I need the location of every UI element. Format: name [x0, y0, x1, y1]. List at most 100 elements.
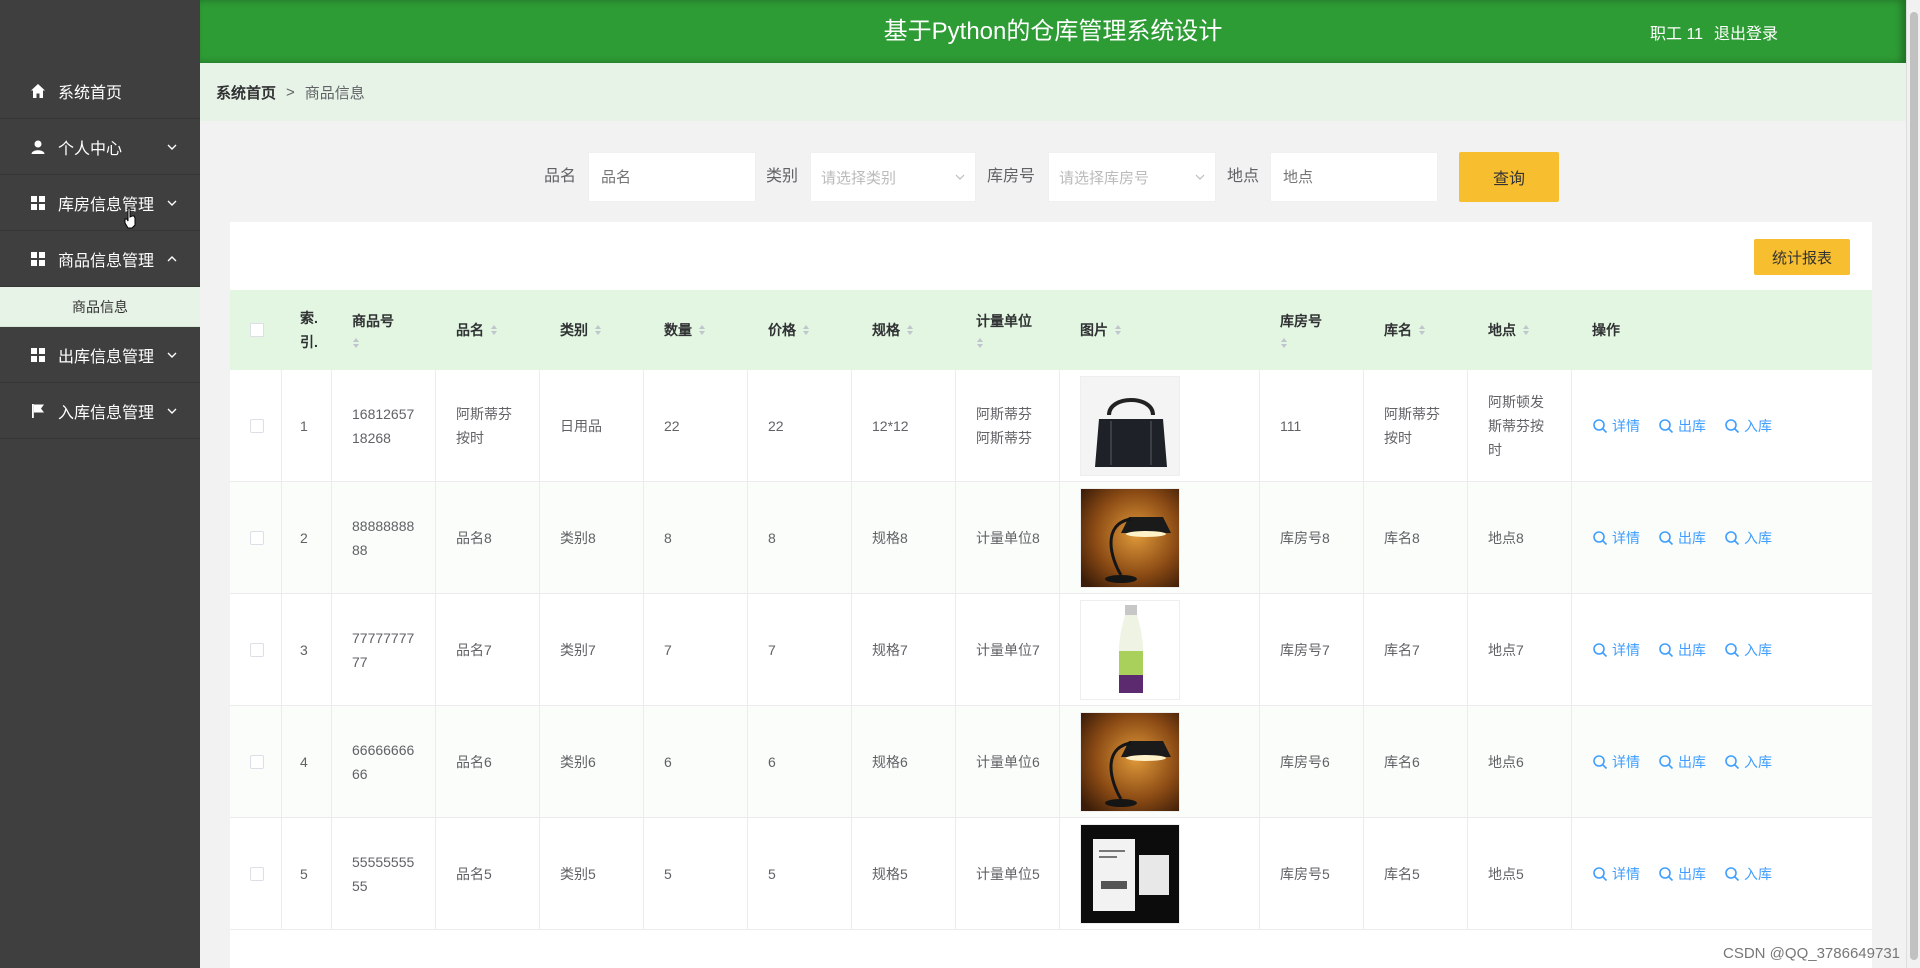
- col-index-label: 索.引.: [300, 310, 318, 350]
- chevron-up-icon: [167, 255, 177, 261]
- col-place[interactable]: 地点: [1468, 290, 1572, 370]
- col-code[interactable]: 商品号: [332, 290, 436, 370]
- cell-code: 5555555555: [332, 818, 436, 929]
- cell-price: 7: [748, 594, 852, 705]
- stats-report-button[interactable]: 统计报表: [1754, 239, 1850, 275]
- cell-name-text: 品名6: [456, 753, 492, 770]
- cell-actions: 详情 出库 入库: [1572, 594, 1822, 705]
- chevron-down-icon: [167, 408, 177, 414]
- col-category-label: 类别: [560, 322, 588, 338]
- col-image[interactable]: 图片: [1060, 290, 1260, 370]
- cell-price: 6: [748, 706, 852, 817]
- table-row: 3 7777777777 品名7 类别7 7 7 规格7 计量单位7 库房号7 库名7 地点7 详情 出…: [230, 594, 1872, 706]
- row-checkbox[interactable]: [250, 530, 264, 545]
- col-index: 索.引.: [282, 290, 332, 370]
- cell-code: 6666666666: [332, 706, 436, 817]
- col-spec[interactable]: 规格: [852, 290, 956, 370]
- inbound-button[interactable]: 入库: [1724, 638, 1772, 662]
- name-search-input[interactable]: [588, 152, 756, 202]
- row-checkbox[interactable]: [250, 418, 264, 433]
- inbound-button[interactable]: 入库: [1724, 526, 1772, 550]
- product-image[interactable]: [1080, 375, 1180, 476]
- sidebar-item-outbound[interactable]: 出库信息管理: [0, 327, 200, 383]
- product-image[interactable]: [1080, 599, 1180, 700]
- col-store[interactable]: 库名: [1364, 290, 1468, 370]
- product-image[interactable]: [1080, 823, 1180, 924]
- cell-image: [1060, 370, 1260, 481]
- outbound-label: 出库: [1678, 641, 1706, 658]
- logout-link[interactable]: 退出登录: [1714, 20, 1778, 44]
- sidebar-item-home[interactable]: 系统首页: [0, 63, 200, 119]
- sidebar-item-goods[interactable]: 商品信息管理: [0, 231, 200, 287]
- query-button[interactable]: 查询: [1459, 152, 1559, 202]
- cell-name-text: 品名5: [456, 865, 492, 882]
- inbound-label: 入库: [1744, 529, 1772, 546]
- sort-icon: [595, 325, 601, 335]
- detail-button[interactable]: 详情: [1592, 638, 1640, 662]
- cell-unit: 计量单位8: [956, 482, 1060, 593]
- detail-button[interactable]: 详情: [1592, 862, 1640, 886]
- cell-unit-text: 计量单位5: [976, 865, 1040, 882]
- cell-spec-text: 规格6: [872, 753, 908, 770]
- col-price[interactable]: 价格: [748, 290, 852, 370]
- outbound-button[interactable]: 出库: [1658, 638, 1706, 662]
- cell-room-text: 库房号7: [1280, 641, 1330, 658]
- category-select-placeholder: 请选择类别: [821, 169, 897, 187]
- sidebar-item-label: 出库信息管理: [58, 348, 155, 366]
- cell-name: 品名7: [436, 594, 540, 705]
- product-image[interactable]: [1080, 487, 1180, 588]
- category-select[interactable]: 请选择类别: [810, 152, 976, 202]
- room-select[interactable]: 请选择库房号: [1048, 152, 1216, 202]
- cell-store-text: 库名8: [1384, 529, 1420, 546]
- product-image[interactable]: [1080, 711, 1180, 812]
- sidebar-item-inbound[interactable]: 入库信息管理: [0, 383, 200, 439]
- cell-select: [230, 594, 282, 705]
- page-scrollbar[interactable]: [1906, 0, 1920, 968]
- sidebar-subitem-goods-info[interactable]: 商品信息: [0, 287, 200, 327]
- outbound-button[interactable]: 出库: [1658, 862, 1706, 886]
- sidebar-item-personal-center[interactable]: 个人中心: [0, 119, 200, 175]
- inbound-button[interactable]: 入库: [1724, 750, 1772, 774]
- search-icon: [1659, 866, 1674, 881]
- search-icon: [1659, 530, 1674, 545]
- row-actions: 详情 出库 入库: [1592, 526, 1772, 550]
- detail-button[interactable]: 详情: [1592, 750, 1640, 774]
- cell-name: 品名8: [436, 482, 540, 593]
- row-checkbox[interactable]: [250, 866, 264, 881]
- sidebar-item-label: 系统首页: [58, 84, 123, 102]
- row-checkbox[interactable]: [250, 754, 264, 769]
- col-qty[interactable]: 数量: [644, 290, 748, 370]
- detail-button[interactable]: 详情: [1592, 414, 1640, 438]
- room-label: 库房号: [987, 168, 1036, 185]
- cell-image: [1060, 818, 1260, 929]
- breadcrumb-current: 商品信息: [304, 84, 365, 102]
- row-actions: 详情 出库 入库: [1592, 750, 1772, 774]
- cell-place: 地点6: [1468, 706, 1572, 817]
- cell-price-text: 8: [768, 529, 776, 546]
- cell-index-text: 2: [300, 529, 308, 546]
- cell-index: 2: [282, 482, 332, 593]
- place-search-input[interactable]: [1270, 152, 1438, 202]
- detail-label: 详情: [1612, 529, 1640, 546]
- search-icon: [1725, 418, 1740, 433]
- outbound-button[interactable]: 出库: [1658, 414, 1706, 438]
- inbound-button[interactable]: 入库: [1724, 862, 1772, 886]
- cell-index: 1: [282, 370, 332, 481]
- sidebar-item-warehouse[interactable]: 库房信息管理: [0, 175, 200, 231]
- scrollbar-thumb[interactable]: [1910, 12, 1918, 960]
- select-all-checkbox[interactable]: [250, 323, 264, 337]
- col-room[interactable]: 库房号: [1260, 290, 1364, 370]
- col-category[interactable]: 类别: [540, 290, 644, 370]
- cell-spec-text: 12*12: [872, 417, 909, 434]
- col-unit[interactable]: 计量单位: [956, 290, 1060, 370]
- inbound-button[interactable]: 入库: [1724, 414, 1772, 438]
- col-name[interactable]: 品名: [436, 290, 540, 370]
- goods-table: 索.引. 商品号 品名 类别 数量 价格 规格 计量单位 图片 库房号 库名 地…: [230, 290, 1872, 930]
- row-checkbox[interactable]: [250, 642, 264, 657]
- cell-name: 品名6: [436, 706, 540, 817]
- search-icon: [1593, 642, 1608, 657]
- breadcrumb-home[interactable]: 系统首页: [216, 82, 276, 103]
- detail-button[interactable]: 详情: [1592, 526, 1640, 550]
- outbound-button[interactable]: 出库: [1658, 750, 1706, 774]
- outbound-button[interactable]: 出库: [1658, 526, 1706, 550]
